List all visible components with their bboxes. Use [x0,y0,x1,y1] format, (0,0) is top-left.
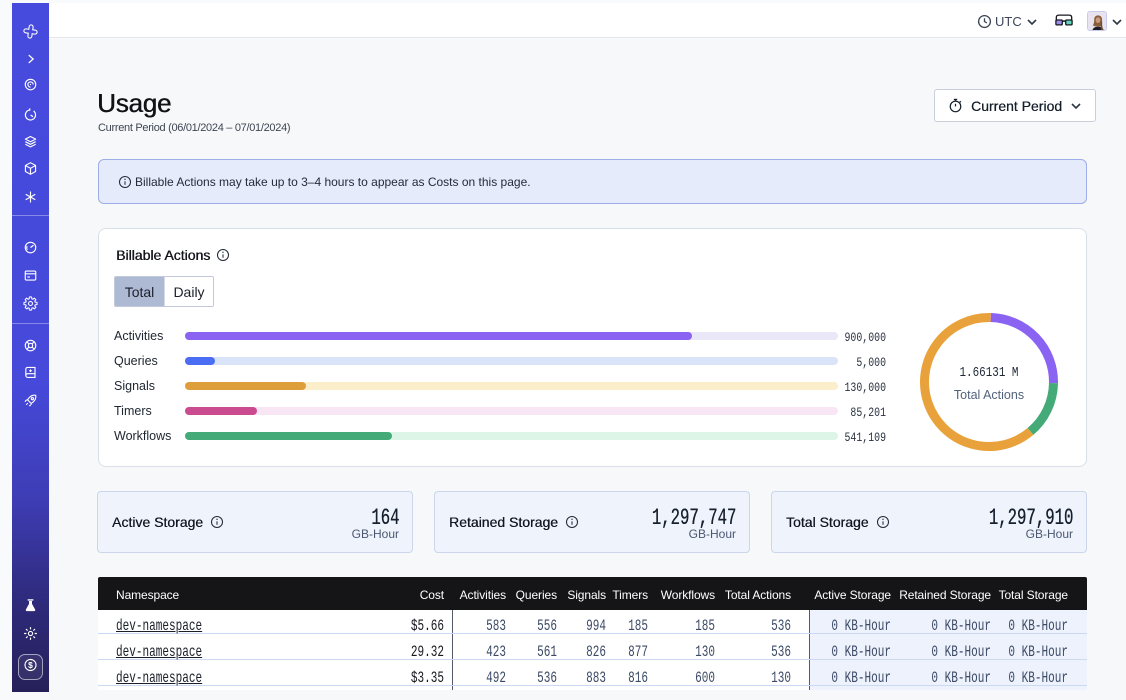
svg-text:$: $ [28,660,33,670]
